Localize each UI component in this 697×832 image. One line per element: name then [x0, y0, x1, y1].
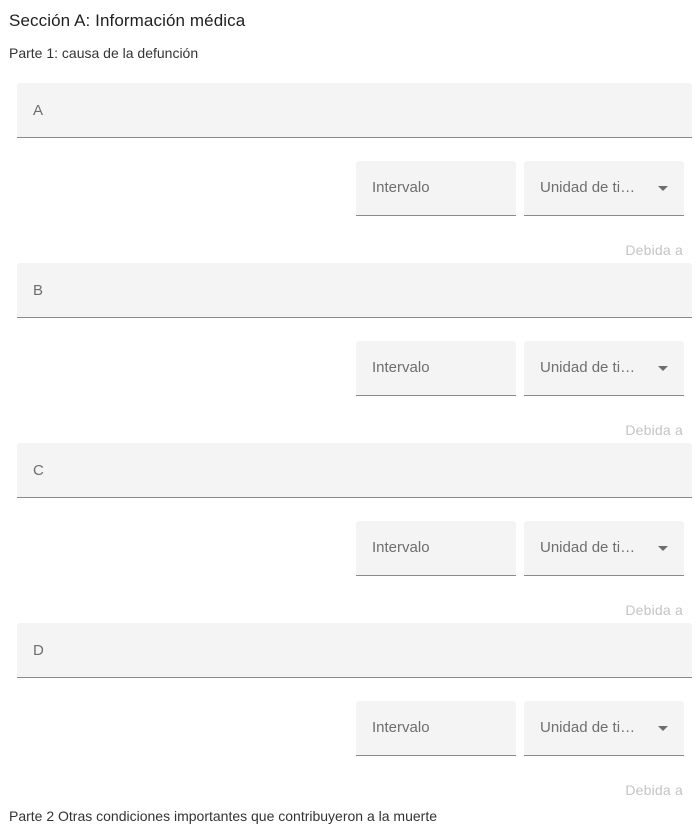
cause-field-label: B	[33, 282, 44, 299]
time-unit-select-b[interactable]: Unidad de tiempo	[524, 341, 684, 396]
time-unit-label: Unidad de tiempo	[540, 179, 642, 196]
chevron-down-icon[interactable]	[658, 726, 668, 731]
time-unit-select-d[interactable]: Unidad de tiempo	[524, 701, 684, 756]
time-unit-select-c[interactable]: Unidad de tiempo	[524, 521, 684, 576]
time-unit-label: Unidad de tiempo	[540, 359, 642, 376]
cause-field-d[interactable]: D	[17, 623, 692, 678]
due-to-label-c: Debida a	[625, 602, 683, 618]
due-to-label-d: Debida a	[625, 782, 683, 798]
interval-field-label: Intervalo	[372, 719, 430, 736]
chevron-down-icon[interactable]	[658, 186, 668, 191]
interval-field-label: Intervalo	[372, 179, 430, 196]
time-unit-select-a[interactable]: Unidad de tiempo	[524, 161, 684, 216]
interval-field-a[interactable]: Intervalo	[356, 161, 516, 216]
chevron-down-icon[interactable]	[658, 546, 668, 551]
cause-field-label: D	[33, 642, 44, 659]
interval-field-b[interactable]: Intervalo	[356, 341, 516, 396]
cause-field-c[interactable]: C	[17, 443, 692, 498]
cause-field-label: C	[33, 462, 44, 479]
section-title: Sección A: Información médica	[9, 11, 246, 30]
interval-field-label: Intervalo	[372, 359, 430, 376]
part2-label: Parte 2 Otras condiciones importantes qu…	[9, 808, 438, 824]
cause-field-label: A	[33, 102, 44, 119]
time-unit-label: Unidad de tiempo	[540, 539, 642, 556]
cause-field-b[interactable]: B	[17, 263, 692, 318]
cause-field-a[interactable]: A	[17, 83, 692, 138]
interval-field-label: Intervalo	[372, 539, 430, 556]
part1-label: Parte 1: causa de la defunción	[9, 45, 199, 61]
due-to-label-b: Debida a	[625, 422, 683, 438]
interval-field-c[interactable]: Intervalo	[356, 521, 516, 576]
chevron-down-icon[interactable]	[658, 366, 668, 371]
time-unit-label: Unidad de tiempo	[540, 719, 642, 736]
interval-field-d[interactable]: Intervalo	[356, 701, 516, 756]
due-to-label-a: Debida a	[625, 242, 683, 258]
